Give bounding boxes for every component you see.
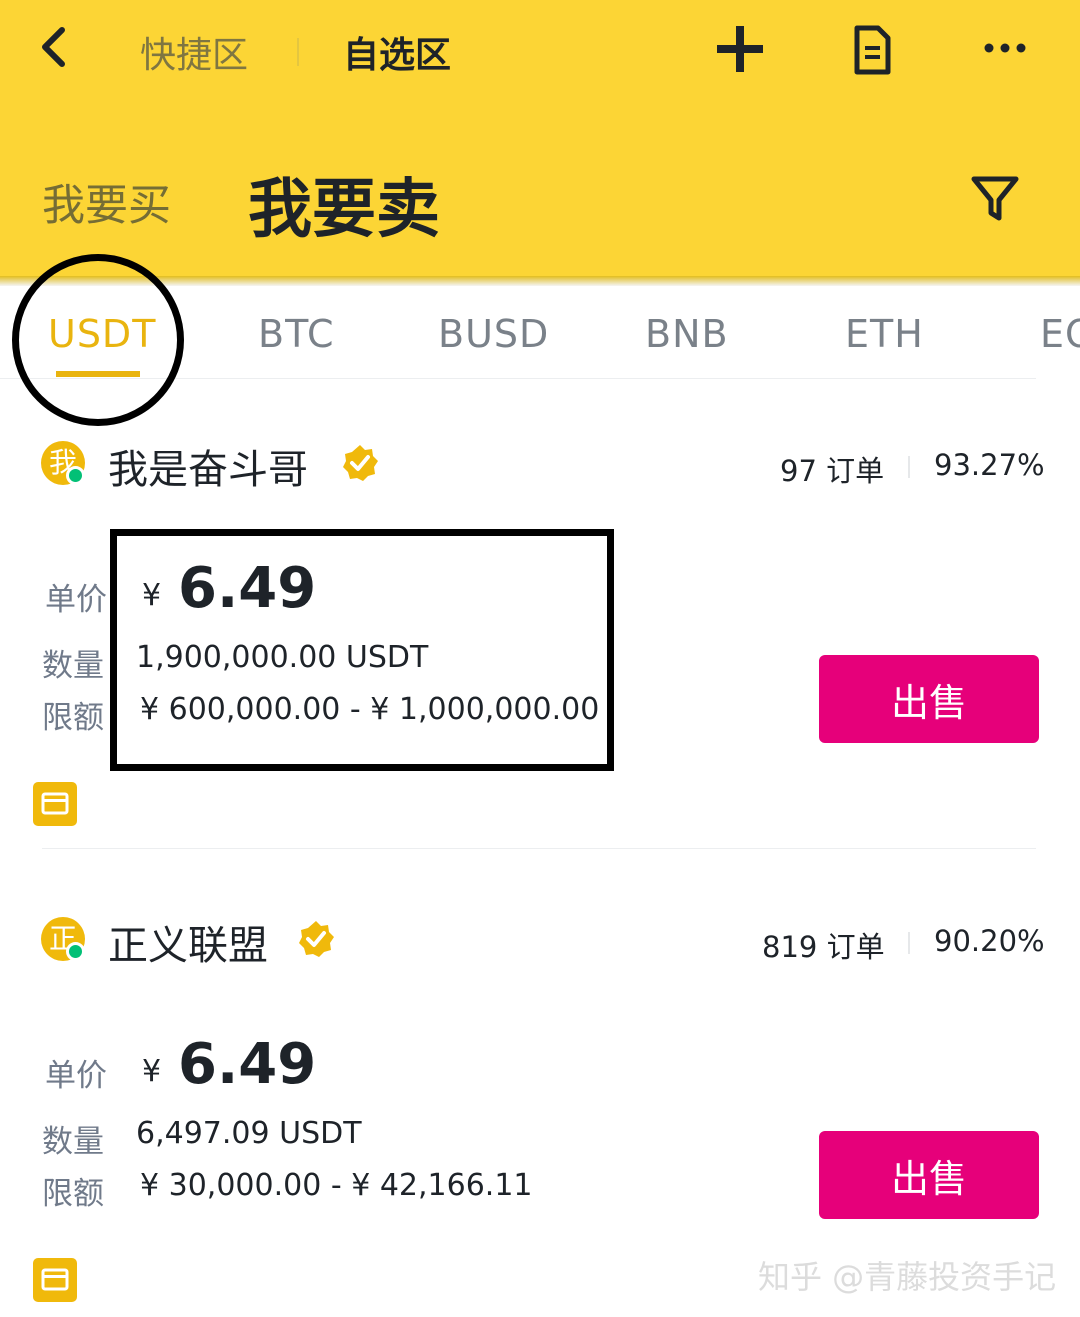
wallet-icon (41, 1268, 69, 1291)
stats-separator (908, 932, 910, 954)
price-label: 单价 (45, 582, 107, 618)
order-count: 97 订单 (780, 454, 885, 488)
coin-tab-eth[interactable]: ETH (845, 312, 924, 356)
filter-button[interactable] (968, 170, 1022, 226)
add-button[interactable] (710, 20, 770, 80)
coin-tab-btc[interactable]: BTC (258, 312, 335, 356)
limit-label: 限额 (42, 1176, 104, 1212)
order-count: 819 订单 (762, 930, 885, 964)
quantity-label: 数量 (42, 1124, 104, 1160)
tab-quick-zone[interactable]: 快捷区 (140, 26, 248, 78)
coin-tab-eo[interactable]: EO (1040, 312, 1080, 356)
completion-rate: 90.20% (934, 924, 1045, 958)
coin-tab-busd[interactable]: BUSD (438, 312, 549, 356)
sell-button[interactable]: 出售 (819, 655, 1039, 743)
online-status-dot (66, 466, 85, 485)
circle-annotation (12, 254, 184, 426)
more-icon (984, 43, 1026, 53)
payment-method (33, 1258, 77, 1302)
stats-separator (908, 456, 910, 478)
zone-separator (297, 38, 299, 66)
plus-icon (717, 26, 763, 72)
more-button[interactable] (982, 20, 1028, 80)
completion-rate: 93.27% (934, 448, 1045, 482)
filter-icon (971, 176, 1019, 221)
watermark: 知乎 @青藤投资手记 (758, 1258, 1057, 1296)
document-icon (854, 25, 891, 75)
verified-badge-icon (299, 921, 334, 957)
unit-price: 6.49 (178, 1032, 317, 1097)
tab-favorite-zone[interactable]: 自选区 (343, 26, 451, 78)
merchant-name[interactable]: 正义联盟 (108, 913, 268, 971)
payment-method (33, 782, 77, 826)
price-currency: ¥ (142, 1054, 162, 1089)
available-quantity: 6,497.09 USDT (136, 1116, 362, 1151)
orders-button[interactable] (850, 20, 896, 80)
rectangle-annotation (110, 529, 614, 771)
tab-sell[interactable]: 我要卖 (248, 158, 440, 250)
back-button[interactable] (30, 18, 80, 78)
limit-label: 限额 (42, 700, 104, 736)
quantity-label: 数量 (42, 648, 104, 684)
order-limit: ¥ 30,000.00 - ¥ 42,166.11 (140, 1168, 533, 1203)
card-divider (42, 848, 1036, 849)
top-header: 快捷区 自选区 我要买 我要卖 (0, 0, 1080, 276)
merchant-name[interactable]: 我是奋斗哥 (108, 437, 308, 495)
price-label: 单价 (45, 1058, 107, 1094)
online-status-dot (66, 942, 85, 961)
tab-buy[interactable]: 我要买 (42, 171, 171, 233)
wallet-icon (41, 792, 69, 815)
sell-button[interactable]: 出售 (819, 1131, 1039, 1219)
verified-badge-icon (343, 445, 378, 481)
back-arrow-icon (42, 27, 65, 67)
coin-tab-bnb[interactable]: BNB (645, 312, 729, 356)
